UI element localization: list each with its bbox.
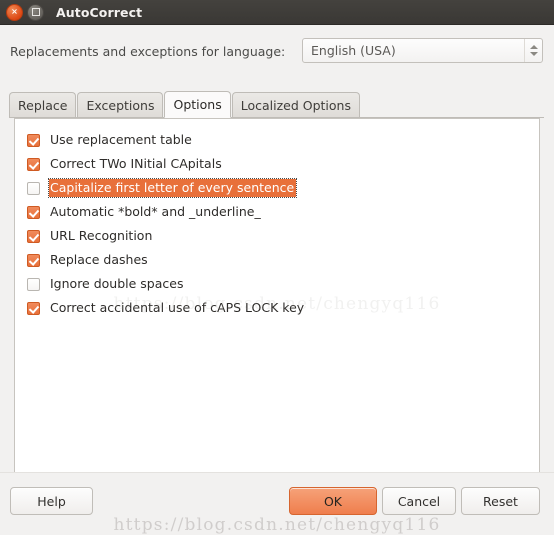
option-row-use-replacement-table[interactable]: Use replacement table [21, 128, 533, 152]
option-label: Automatic *bold* and _underline_ [50, 204, 261, 219]
help-button[interactable]: Help [10, 487, 93, 515]
option-row-correct-two-initial-capitals[interactable]: Correct TWo INitial CApitals [21, 152, 533, 176]
checkbox-icon[interactable] [27, 301, 40, 315]
checkbox-icon[interactable] [27, 133, 40, 147]
window-title: AutoCorrect [56, 4, 143, 20]
reset-button[interactable]: Reset [461, 487, 540, 515]
close-icon[interactable]: × [6, 3, 23, 21]
autocorrect-dialog: × AutoCorrect Replacements and exception… [0, 0, 554, 535]
options-panel: Use replacement table Correct TWo INitia… [14, 118, 540, 495]
option-row-ignore-double-spaces[interactable]: Ignore double spaces [21, 272, 533, 296]
cancel-button[interactable]: Cancel [382, 487, 456, 515]
option-label: Use replacement table [50, 132, 192, 147]
checkbox-icon[interactable] [27, 253, 40, 267]
dialog-body: Replacements and exceptions for language… [0, 25, 554, 535]
option-label: Ignore double spaces [50, 276, 184, 291]
option-label: Replace dashes [50, 252, 148, 267]
tab-replace[interactable]: Replace [9, 92, 77, 117]
dialog-footer: Help OK Cancel Reset [0, 472, 554, 527]
option-row-url-recognition[interactable]: URL Recognition [21, 224, 533, 248]
arrow-up-icon[interactable] [529, 45, 538, 49]
title-bar: × AutoCorrect [0, 0, 554, 25]
tab-exceptions[interactable]: Exceptions [77, 92, 164, 117]
maximize-icon[interactable] [27, 3, 44, 21]
option-label: Correct accidental use of cAPS LOCK key [50, 300, 305, 315]
checkbox-icon[interactable] [27, 229, 40, 243]
tab-options[interactable]: Options [164, 91, 231, 118]
option-row-replace-dashes[interactable]: Replace dashes [21, 248, 533, 272]
option-label: Correct TWo INitial CApitals [50, 156, 222, 171]
checkbox-icon[interactable] [27, 157, 40, 171]
language-select[interactable]: English (USA) [302, 38, 543, 63]
option-row-automatic-bold-underline[interactable]: Automatic *bold* and _underline_ [21, 200, 533, 224]
option-row-capitalize-first-letter[interactable]: Capitalize first letter of every sentenc… [21, 176, 533, 200]
language-label: Replacements and exceptions for language… [10, 43, 286, 59]
tab-bar: Replace Exceptions Options Localized Opt… [9, 90, 544, 118]
language-spinner[interactable] [524, 39, 542, 62]
ok-button[interactable]: OK [289, 487, 377, 515]
checkbox-icon[interactable] [27, 181, 40, 195]
option-label: URL Recognition [50, 228, 153, 243]
checkbox-icon[interactable] [27, 277, 40, 291]
option-label: Capitalize first letter of every sentenc… [47, 178, 298, 198]
maximize-glyph [31, 8, 40, 16]
language-row: Replacements and exceptions for language… [10, 38, 543, 64]
arrow-down-icon[interactable] [529, 52, 538, 56]
tab-localized-options[interactable]: Localized Options [231, 92, 360, 117]
language-value: English (USA) [311, 43, 396, 58]
options-list: Use replacement table Correct TWo INitia… [15, 119, 539, 494]
checkbox-icon[interactable] [27, 205, 40, 219]
option-row-correct-caps-lock[interactable]: Correct accidental use of cAPS LOCK key [21, 296, 533, 320]
